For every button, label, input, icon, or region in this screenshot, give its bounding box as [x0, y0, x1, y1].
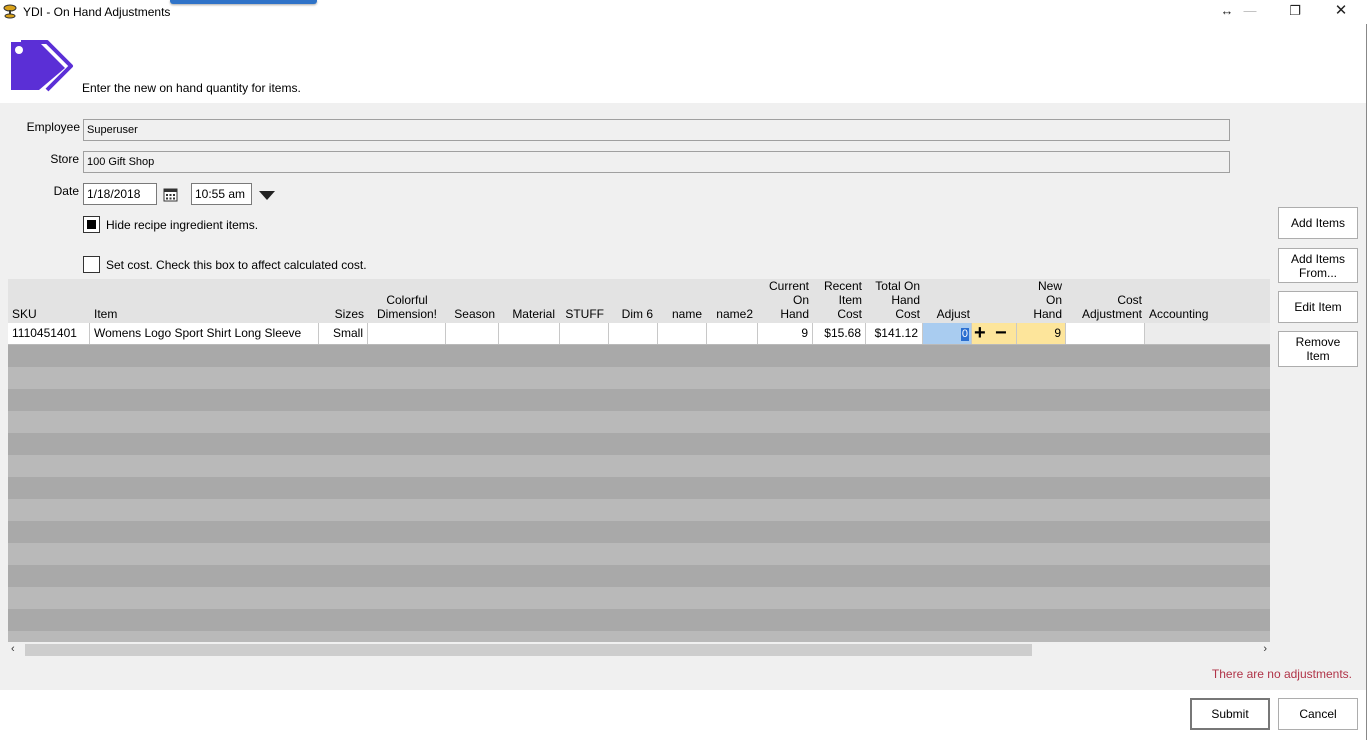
submit-button[interactable]: Submit — [1190, 698, 1270, 730]
date-field[interactable]: 1/18/2018 — [83, 183, 157, 205]
instruction-text: Enter the new on hand quantity for items… — [82, 81, 301, 95]
items-grid[interactable]: SKU Item Sizes Colorful Dimension! Season… — [8, 279, 1270, 642]
remove-item-button[interactable]: Remove Item — [1278, 331, 1358, 367]
cell-accounting[interactable] — [1145, 323, 1270, 344]
col-header-accounting[interactable]: Accounting — [1145, 279, 1235, 323]
cell-current-on-hand[interactable]: 9 — [758, 323, 813, 344]
cell-cost-adjustment[interactable] — [1066, 323, 1145, 344]
grid-header: SKU Item Sizes Colorful Dimension! Season… — [8, 279, 1270, 323]
col-header-name[interactable]: name — [657, 279, 706, 323]
add-items-from-label-2: From... — [1299, 265, 1337, 280]
hide-recipe-label: Hide recipe ingredient items. — [106, 218, 259, 232]
hide-recipe-checkbox[interactable] — [83, 216, 100, 233]
cell-material[interactable] — [499, 323, 560, 344]
cell-name2[interactable] — [707, 323, 758, 344]
time-field[interactable]: 10:55 am — [191, 183, 252, 205]
col-header-new-on-hand[interactable]: New On Hand — [1016, 279, 1066, 323]
window-title: YDI - On Hand Adjustments — [23, 5, 171, 19]
col-header-cost-adjustment[interactable]: Cost Adjustment — [1066, 279, 1146, 323]
cell-item[interactable]: Womens Logo Sport Shirt Long Sleeve — [90, 323, 319, 344]
app-logo-icon — [3, 4, 17, 19]
cell-sku[interactable]: 1110451401 — [8, 323, 90, 344]
form-area: Employee Superuser Store 100 Gift Shop D… — [0, 103, 1366, 690]
cell-colorful-dimension[interactable] — [368, 323, 446, 344]
adjust-value[interactable]: 0 — [960, 328, 969, 341]
price-tags-icon — [11, 40, 73, 92]
cell-dim6[interactable] — [609, 323, 658, 344]
col-header-name2[interactable]: name2 — [706, 279, 757, 323]
cancel-button[interactable]: Cancel — [1278, 698, 1358, 730]
add-items-button[interactable]: Add Items — [1278, 207, 1358, 239]
col-header-recent-item-cost[interactable]: Recent Item Cost — [813, 279, 866, 323]
minus-icon[interactable]: − — [995, 323, 1007, 344]
col-header-dim6[interactable]: Dim 6 — [608, 279, 657, 323]
restore-button[interactable]: ❐ — [1281, 2, 1309, 20]
table-row[interactable]: 1110451401 Womens Logo Sport Shirt Long … — [8, 323, 1270, 345]
header: Enter the new on hand quantity for items… — [0, 24, 1367, 103]
horizontal-scrollbar[interactable]: ‹ › — [8, 642, 1270, 658]
set-cost-label: Set cost. Check this box to affect calcu… — [106, 258, 367, 272]
col-header-season[interactable]: Season — [446, 279, 499, 323]
calendar-icon[interactable] — [163, 187, 178, 202]
cell-new-on-hand[interactable]: 9 — [1017, 323, 1066, 344]
add-items-from-label-1: Add Items — [1290, 251, 1346, 266]
col-header-adjust[interactable]: Adjust — [924, 279, 974, 323]
store-label: Store — [50, 152, 79, 166]
cell-adjust-input[interactable]: 0 — [923, 323, 972, 344]
title-bar: YDI - On Hand Adjustments ↔ — ❐ ✕ — [0, 0, 1367, 24]
col-header-current-on-hand[interactable]: Current On Hand — [757, 279, 813, 323]
col-header-sizes[interactable]: Sizes — [318, 279, 368, 323]
cell-sizes[interactable]: Small — [319, 323, 368, 344]
status-message: There are no adjustments. — [1211, 667, 1352, 681]
col-header-stuff[interactable]: STUFF — [559, 279, 608, 323]
employee-field: Superuser — [83, 119, 1230, 141]
close-button[interactable]: ✕ — [1327, 2, 1355, 20]
col-header-colorful-dimension[interactable]: Colorful Dimension! — [368, 279, 446, 323]
store-field: 100 Gift Shop — [83, 151, 1230, 173]
set-cost-checkbox[interactable] — [83, 256, 100, 273]
plus-icon[interactable]: + — [974, 323, 986, 344]
edit-item-button[interactable]: Edit Item — [1278, 291, 1358, 323]
title-accent-bar — [170, 0, 317, 4]
col-header-item[interactable]: Item — [90, 279, 318, 323]
scroll-right-icon[interactable]: › — [1263, 643, 1267, 655]
cell-total-on-hand-cost[interactable]: $141.12 — [866, 323, 923, 344]
remove-item-label-2: Item — [1306, 349, 1330, 363]
cell-season[interactable] — [446, 323, 499, 344]
col-header-material[interactable]: Material — [499, 279, 559, 323]
minimize-button[interactable]: — — [1236, 2, 1264, 20]
remove-item-label-1: Remove — [1295, 335, 1341, 349]
cell-recent-item-cost[interactable]: $15.68 — [813, 323, 866, 344]
col-header-total-on-hand-cost[interactable]: Total On Hand Cost — [866, 279, 924, 323]
col-header-sku[interactable]: SKU — [8, 279, 90, 323]
cell-stuff[interactable] — [560, 323, 609, 344]
adjust-stepper: + − — [972, 323, 1017, 344]
on-hand-adjustments-window: YDI - On Hand Adjustments ↔ — ❐ ✕ Enter … — [0, 0, 1367, 740]
add-items-label: Add Items — [1290, 216, 1346, 230]
edit-item-label: Edit Item — [1294, 300, 1342, 314]
scroll-left-icon[interactable]: ‹ — [11, 643, 15, 655]
employee-label: Employee — [26, 120, 80, 134]
scrollbar-thumb[interactable] — [25, 644, 1032, 656]
cell-name[interactable] — [658, 323, 707, 344]
footer: Submit Cancel — [0, 690, 1366, 740]
date-label: Date — [53, 184, 79, 198]
time-dropdown-arrow-icon[interactable] — [259, 191, 275, 200]
add-items-from-button[interactable]: Add Items From... — [1278, 248, 1358, 283]
